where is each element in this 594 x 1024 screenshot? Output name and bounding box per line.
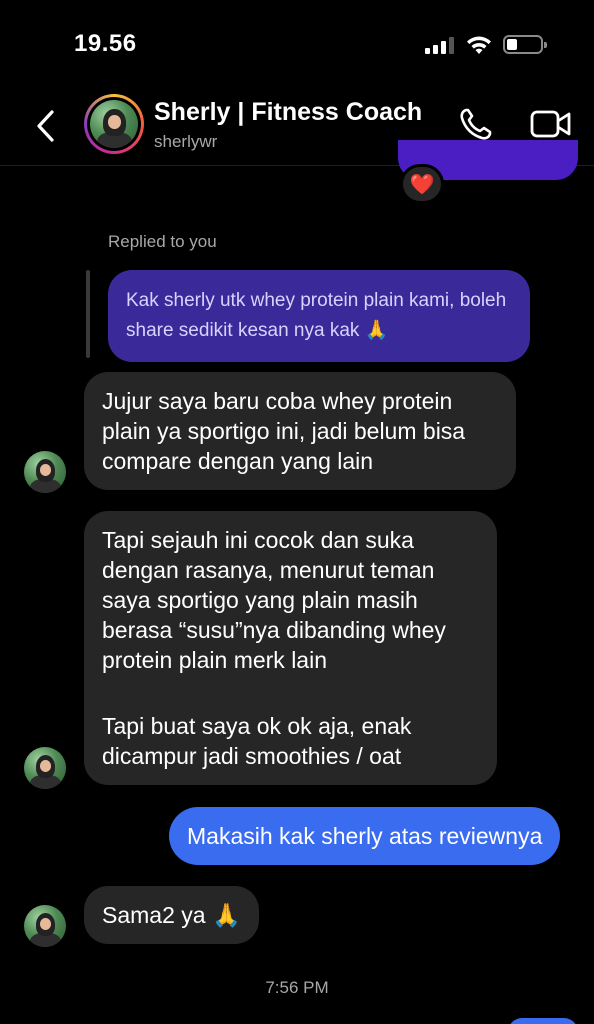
message-timestamp: 7:56 PM xyxy=(265,978,329,997)
reply-indicator-bar xyxy=(86,270,90,358)
incoming-message[interactable]: Jujur saya baru coba whey protein plain … xyxy=(84,372,516,490)
contact-avatar[interactable] xyxy=(84,94,144,154)
message-text: Makasih kak sherly atas reviewnya xyxy=(187,823,543,849)
video-camera-icon[interactable] xyxy=(530,108,572,140)
status-time: 19.56 xyxy=(74,30,137,57)
outgoing-message[interactable]: Makasih kak sherly atas reviewnya xyxy=(169,807,561,865)
wifi-icon xyxy=(467,36,491,54)
sender-avatar[interactable] xyxy=(24,905,66,947)
phone-icon[interactable] xyxy=(458,106,494,142)
cellular-signal-icon xyxy=(425,36,455,54)
message-text: Tapi buat saya ok ok aja, enak dicampur … xyxy=(102,713,412,769)
message-text: Tapi sejauh ini cocok dan suka dengan ra… xyxy=(102,527,446,673)
back-chevron-icon[interactable] xyxy=(32,108,62,144)
replied-label: Replied to you xyxy=(108,232,217,251)
quoted-reply-bubble[interactable]: Kak sherly utk whey protein plain kami, … xyxy=(108,270,530,362)
incoming-message[interactable]: Tapi sejauh ini cocok dan suka dengan ra… xyxy=(84,511,497,785)
next-outgoing-bubble[interactable] xyxy=(508,1018,578,1024)
heart-reaction-icon[interactable]: ❤️ xyxy=(400,164,444,204)
contact-name[interactable]: Sherly | Fitness Coach xyxy=(154,98,422,127)
sender-avatar[interactable] xyxy=(24,747,66,789)
contact-username[interactable]: sherlywr xyxy=(154,132,217,152)
incoming-message[interactable]: Sama2 ya 🙏 xyxy=(84,886,259,944)
message-text: Jujur saya baru coba whey protein plain … xyxy=(102,388,466,474)
message-text: Sama2 ya 🙏 xyxy=(102,902,241,928)
sender-avatar[interactable] xyxy=(24,451,66,493)
battery-icon xyxy=(503,35,547,54)
